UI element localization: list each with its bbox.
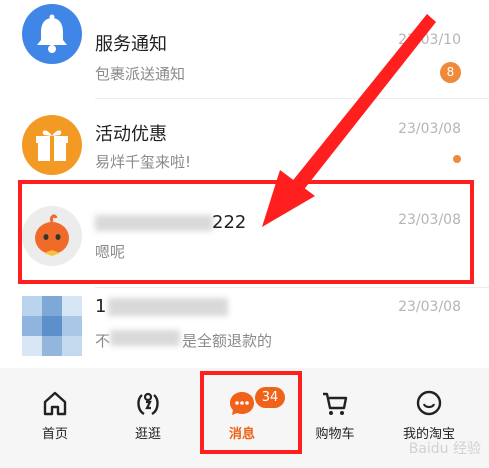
tab-label: 购物车 bbox=[315, 427, 355, 442]
stroll-icon bbox=[137, 392, 159, 416]
smile-icon bbox=[416, 390, 442, 416]
tab-stroll[interactable]: 逛逛 bbox=[108, 368, 188, 468]
tab-home[interactable]: 首页 bbox=[15, 368, 95, 468]
tab-label: 逛逛 bbox=[134, 427, 161, 442]
highlight-box-tab bbox=[200, 371, 302, 454]
tab-label: 首页 bbox=[41, 427, 68, 442]
home-icon bbox=[43, 391, 67, 416]
tab-cart[interactable]: 购物车 bbox=[295, 368, 375, 468]
cart-icon bbox=[323, 392, 348, 415]
watermark: Baidu 经验 bbox=[408, 441, 481, 457]
